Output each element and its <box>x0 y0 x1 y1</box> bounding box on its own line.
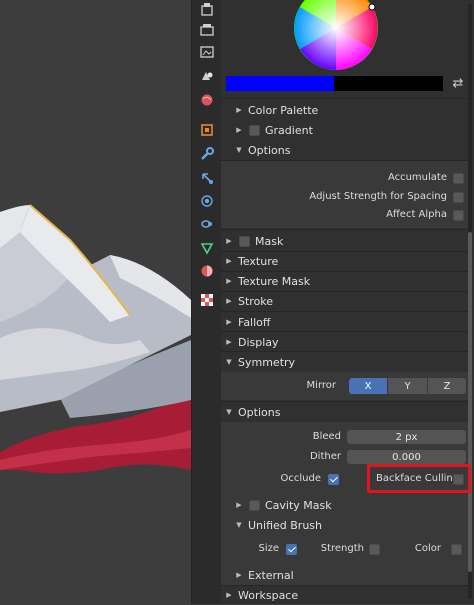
stroke-label: Stroke <box>238 294 274 308</box>
affect-alpha-label: Affect Alpha <box>386 209 447 220</box>
viewport-mesh-render <box>0 204 191 474</box>
material-icon[interactable] <box>197 261 217 281</box>
color-palette-label: Color Palette <box>248 103 319 117</box>
options-header[interactable]: ▼ Options <box>221 402 468 422</box>
unified-size-checkbox[interactable] <box>286 544 297 555</box>
options-body: Bleed 2 px Dither 0.000 Occlude Backface… <box>221 422 468 565</box>
affect-alpha-checkbox[interactable] <box>453 210 464 221</box>
mirror-y-toggle[interactable]: Y <box>388 378 427 394</box>
scrollbar-thumb[interactable] <box>468 232 472 572</box>
backface-culling-label: Backface Culling <box>376 473 460 484</box>
stroke-header[interactable]: ▶ Stroke <box>221 291 468 311</box>
dither-field[interactable]: 0.000 <box>347 450 466 464</box>
expand-arrow-icon: ▶ <box>226 318 232 326</box>
options-sub-header[interactable]: ▼ Options <box>221 140 468 160</box>
texture-header[interactable]: ▶ Texture <box>221 251 468 271</box>
texture-mask-header[interactable]: ▶ Texture Mask <box>221 271 468 291</box>
expand-arrow-icon: ▶ <box>226 277 232 285</box>
texture-label: Texture <box>238 254 279 268</box>
unified-strength-label: Strength <box>320 543 364 554</box>
options-sub-label: Options <box>248 143 291 157</box>
workspace-header[interactable]: ▶ Workspace <box>221 585 468 605</box>
3d-viewport[interactable] <box>0 0 191 604</box>
expand-arrow-icon: ▶ <box>236 126 242 134</box>
collapse-arrow-icon: ▼ <box>236 521 242 529</box>
display-label: Display <box>238 335 279 349</box>
physics-icon[interactable] <box>197 191 217 211</box>
color-picker-area: ⇄ <box>221 0 468 98</box>
unified-color-label: Color <box>414 543 441 554</box>
properties-tab-strip <box>191 0 221 604</box>
mask-label: Mask <box>255 234 284 248</box>
cavity-mask-checkbox[interactable] <box>249 499 260 511</box>
particles-icon[interactable] <box>197 168 217 188</box>
falloff-label: Falloff <box>238 315 271 329</box>
symmetry-label: Symmetry <box>238 355 296 369</box>
accumulate-label: Accumulate <box>387 172 447 183</box>
data-icon[interactable] <box>197 238 217 258</box>
accumulate-checkbox[interactable] <box>453 173 464 184</box>
falloff-header[interactable]: ▶ Falloff <box>221 312 468 332</box>
backface-culling-checkbox[interactable] <box>453 474 464 485</box>
mirror-label: Mirror <box>306 380 336 391</box>
texture-mask-label: Texture Mask <box>238 274 311 288</box>
mirror-x-toggle[interactable]: X <box>349 378 387 394</box>
gradient-label: Gradient <box>265 123 313 137</box>
primary-color-swatch[interactable] <box>226 76 334 91</box>
mirror-z-toggle[interactable]: Z <box>428 378 466 394</box>
collapse-arrow-icon: ▼ <box>226 358 232 366</box>
symmetry-header[interactable]: ▼ Symmetry <box>221 352 468 372</box>
properties-panel: ⇄ ▶ Color Palette ▶ Gradient ▼ Options A… <box>221 0 474 604</box>
unified-brush-label: Unified Brush <box>248 518 322 532</box>
tool-icon[interactable] <box>197 0 217 20</box>
external-header[interactable]: ▶ External <box>221 565 468 585</box>
constraints-icon[interactable] <box>197 214 217 234</box>
dither-label: Dither <box>309 451 341 462</box>
expand-arrow-icon: ▶ <box>236 106 242 114</box>
occlude-label: Occlude <box>280 473 321 484</box>
color-palette-header[interactable]: ▶ Color Palette <box>221 100 468 120</box>
world-icon[interactable] <box>197 90 217 110</box>
expand-arrow-icon: ▶ <box>236 501 242 509</box>
modifier-icon[interactable] <box>197 144 217 164</box>
texture-icon[interactable] <box>197 290 217 310</box>
color-wheel[interactable] <box>221 0 468 72</box>
brush-options-body: Accumulate Adjust Strength for Spacing A… <box>221 161 468 228</box>
collapse-arrow-icon: ▼ <box>236 146 242 154</box>
bleed-label: Bleed <box>312 431 341 442</box>
unified-strength-checkbox[interactable] <box>369 544 380 555</box>
panel-scrollbar[interactable] <box>468 4 472 599</box>
unified-color-checkbox[interactable] <box>451 544 462 555</box>
output-icon[interactable] <box>197 42 217 62</box>
bleed-field[interactable]: 2 px <box>347 430 466 444</box>
view-layer-icon[interactable] <box>197 66 217 86</box>
mask-header[interactable]: ▶ Mask <box>221 231 468 251</box>
display-header[interactable]: ▶ Display <box>221 332 468 352</box>
expand-arrow-icon: ▶ <box>226 257 232 265</box>
expand-arrow-icon: ▶ <box>226 297 232 305</box>
symmetry-body: Mirror X Y Z <box>221 372 468 400</box>
expand-arrow-icon: ▶ <box>226 237 232 245</box>
cavity-mask-header[interactable]: ▶ Cavity Mask <box>221 495 468 515</box>
workspace-label: Workspace <box>238 588 299 602</box>
object-icon[interactable] <box>197 120 217 140</box>
adjust-strength-label: Adjust Strength for Spacing <box>309 191 447 202</box>
occlude-checkbox[interactable] <box>328 474 339 485</box>
gradient-checkbox[interactable] <box>249 124 260 136</box>
options-label: Options <box>238 405 281 419</box>
unified-size-label: Size <box>258 543 279 554</box>
gradient-header[interactable]: ▶ Gradient <box>221 120 468 140</box>
collapse-arrow-icon: ▼ <box>226 408 232 416</box>
swap-colors-icon[interactable]: ⇄ <box>450 76 466 92</box>
expand-arrow-icon: ▶ <box>226 591 232 599</box>
secondary-color-swatch[interactable] <box>334 76 443 91</box>
external-label: External <box>248 568 294 582</box>
expand-arrow-icon: ▶ <box>236 571 242 579</box>
mask-checkbox[interactable] <box>239 235 250 247</box>
expand-arrow-icon: ▶ <box>226 338 232 346</box>
unified-brush-header[interactable]: ▼ Unified Brush <box>221 515 468 535</box>
render-icon[interactable] <box>197 21 217 41</box>
cavity-mask-label: Cavity Mask <box>265 498 332 512</box>
adjust-strength-checkbox[interactable] <box>453 192 464 203</box>
